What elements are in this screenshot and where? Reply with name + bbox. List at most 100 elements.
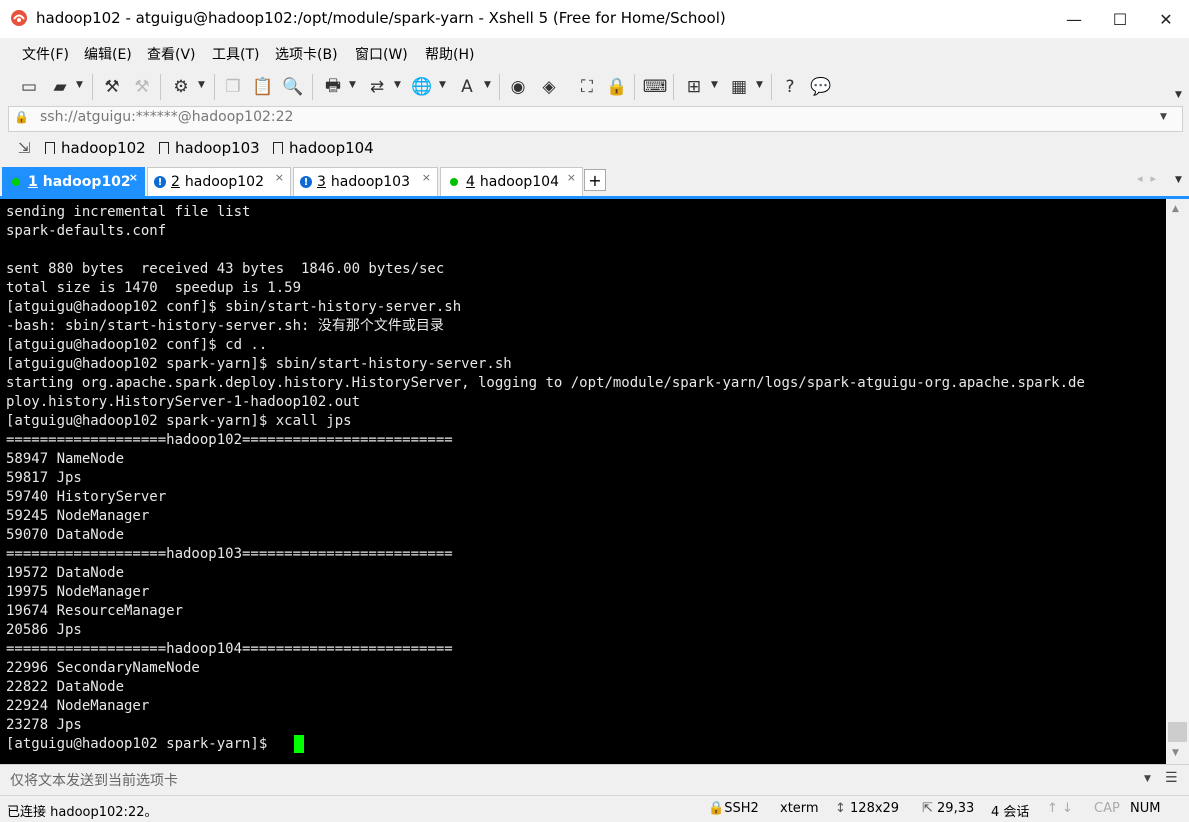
send-text-input[interactable]: 仅将文本发送到当前选项卡: [10, 770, 178, 790]
chevron-down-icon[interactable]: ▼: [1144, 774, 1151, 784]
close-button[interactable]: ✕: [1143, 0, 1189, 38]
add-tab-button[interactable]: +: [584, 169, 606, 191]
chat-icon[interactable]: 💬: [810, 76, 832, 98]
new-session-icon[interactable]: ▭: [18, 76, 40, 98]
tab-label: hadoop103: [330, 174, 410, 190]
menu-file[interactable]: 文件(F): [22, 44, 69, 64]
terminal-size-label: 128x29: [850, 801, 900, 816]
scrollbar-thumb[interactable]: [1168, 722, 1187, 742]
protocol-status: 🔒SSH2: [708, 801, 759, 816]
compose-bar: [0, 764, 1189, 795]
warning-status-icon: !: [300, 176, 312, 188]
warning-status-icon: !: [154, 176, 166, 188]
cursor-position: ⇱ 29,33: [922, 801, 974, 816]
quick-session-hadoop103[interactable]: hadoop103: [159, 139, 260, 157]
menu-edit[interactable]: 编辑(E): [84, 44, 132, 64]
address-input[interactable]: ssh://atguigu:******@hadoop102:22: [40, 109, 293, 125]
tab-number: 3: [317, 174, 326, 190]
connected-status-icon: [12, 178, 20, 186]
chevron-down-icon[interactable]: ▼: [198, 80, 205, 90]
paste-icon[interactable]: 📋: [252, 76, 274, 98]
connect-icon[interactable]: ⚒: [101, 76, 123, 98]
prev-next-arrows-icon[interactable]: ↑ ↓: [1047, 801, 1073, 816]
chevron-down-icon[interactable]: ▼: [756, 80, 763, 90]
new-tab-icon[interactable]: ⊞: [683, 76, 705, 98]
fullscreen-icon[interactable]: ⛶: [576, 76, 598, 98]
tab-hadoop103[interactable]: ! 3 hadoop103 ×: [293, 167, 438, 196]
terminal-size: ↕ 128x29: [835, 801, 899, 816]
menu-tools[interactable]: 工具(T): [212, 44, 259, 64]
cursor-position-icon: ⇱: [922, 801, 938, 816]
quick-session-label: hadoop104: [289, 139, 374, 157]
toolbar-separator: [499, 74, 500, 100]
vertical-scrollbar[interactable]: [1166, 199, 1189, 764]
chevron-down-icon[interactable]: ▼: [76, 80, 83, 90]
toolbar-separator: [160, 74, 161, 100]
tab-label: hadoop104: [479, 174, 559, 190]
copy-icon[interactable]: ❐: [222, 76, 244, 98]
tab-hadoop104[interactable]: 4 hadoop104 ×: [440, 167, 583, 196]
quick-session-label: hadoop102: [61, 139, 146, 157]
globe-icon[interactable]: 🌐: [411, 76, 433, 98]
protocol-label: SSH2: [724, 801, 759, 816]
chevron-down-icon[interactable]: ▼: [711, 80, 718, 90]
tab-close-icon[interactable]: ×: [567, 171, 576, 184]
chevron-down-icon[interactable]: ▼: [349, 80, 356, 90]
xftp-icon[interactable]: ◉: [507, 76, 529, 98]
toolbar-separator: [312, 74, 313, 100]
quick-session-hadoop102[interactable]: hadoop102: [45, 139, 146, 157]
keyboard-icon[interactable]: ⌨: [643, 76, 668, 98]
toolbar-separator: [214, 74, 215, 100]
tab-close-icon[interactable]: ×: [422, 171, 431, 184]
tab-label: hadoop102: [184, 174, 264, 190]
tab-hadoop102-2[interactable]: ! 2 hadoop102 ×: [147, 167, 291, 196]
find-icon[interactable]: 🔍: [282, 76, 304, 98]
tab-close-icon[interactable]: ×: [275, 171, 284, 184]
menu-tabs[interactable]: 选项卡(B): [275, 44, 338, 64]
terminal-type: xterm: [780, 801, 819, 816]
bookmark-icon: [273, 142, 283, 154]
disconnect-icon[interactable]: ⚒: [131, 76, 153, 98]
window-title: hadoop102 - atguigu@hadoop102:/opt/modul…: [36, 9, 726, 27]
quick-session-hadoop104[interactable]: hadoop104: [273, 139, 374, 157]
quick-session-label: hadoop103: [175, 139, 260, 157]
toolbar-separator: [92, 74, 93, 100]
lock-icon[interactable]: 🔒: [606, 76, 628, 98]
tab-hadoop102-1[interactable]: 1 hadoop102 ×: [2, 167, 145, 196]
chevron-down-icon[interactable]: ▼: [1175, 175, 1182, 185]
toolbar-overflow-icon[interactable]: ▼: [1175, 90, 1182, 100]
quick-bar-icon[interactable]: ⇲: [18, 139, 31, 157]
menu-help[interactable]: 帮助(H): [425, 44, 474, 64]
menu-view[interactable]: 查看(V): [147, 44, 196, 64]
chevron-down-icon[interactable]: ▼: [1160, 112, 1167, 122]
minimize-button[interactable]: —: [1051, 0, 1097, 38]
bookmark-icon: [45, 142, 55, 154]
menu-icon[interactable]: ☰: [1165, 770, 1178, 786]
caps-lock-indicator: CAP: [1094, 801, 1120, 816]
font-icon[interactable]: A: [456, 76, 478, 98]
help-icon[interactable]: ?: [779, 76, 801, 98]
chevron-down-icon[interactable]: ▼: [439, 80, 446, 90]
layout-icon[interactable]: ▦: [728, 76, 750, 98]
maximize-button[interactable]: ☐: [1097, 0, 1143, 38]
toolbar-separator: [673, 74, 674, 100]
tab-close-icon[interactable]: ×: [129, 171, 138, 184]
open-folder-icon[interactable]: ▰: [49, 76, 71, 98]
terminal-text: sending incremental file list spark-defa…: [6, 204, 1085, 752]
scroll-down-icon[interactable]: ▼: [1172, 748, 1179, 758]
tab-number: 4: [466, 174, 475, 190]
num-lock-indicator: NUM: [1130, 801, 1161, 816]
xmanager-icon[interactable]: ◈: [538, 76, 560, 98]
print-icon[interactable]: 🖶: [322, 76, 344, 98]
tab-number: 1: [28, 174, 38, 190]
scroll-up-icon[interactable]: ▲: [1172, 204, 1179, 214]
chevron-down-icon[interactable]: ▼: [394, 80, 401, 90]
menu-window[interactable]: 窗口(W): [355, 44, 408, 64]
transfer-icon[interactable]: ⇄: [366, 76, 388, 98]
connected-status-icon: [450, 178, 458, 186]
tab-scroll-arrows-icon[interactable]: ◂▸: [1137, 172, 1164, 185]
toolbar-separator: [771, 74, 772, 100]
terminal-output[interactable]: sending incremental file list spark-defa…: [0, 199, 1166, 764]
chevron-down-icon[interactable]: ▼: [484, 80, 491, 90]
properties-icon[interactable]: ⚙: [170, 76, 192, 98]
